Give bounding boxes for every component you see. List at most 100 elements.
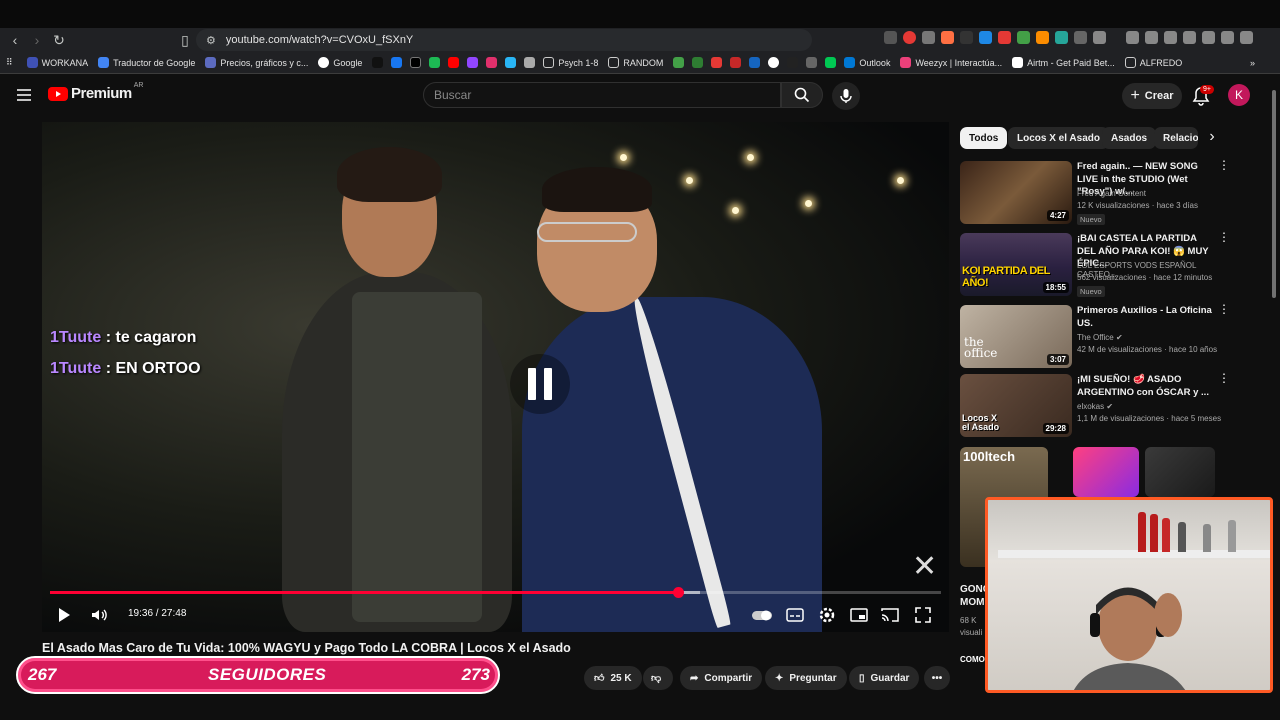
bookmark-icon[interactable] bbox=[787, 57, 799, 68]
twitch-icon[interactable] bbox=[467, 57, 479, 68]
apps-grid-icon[interactable]: ⠿ bbox=[6, 57, 13, 68]
back-icon[interactable]: ‹ bbox=[4, 29, 26, 51]
more-actions-button[interactable]: ••• bbox=[924, 666, 950, 690]
extension-icon[interactable] bbox=[1036, 31, 1049, 44]
extension-icon[interactable] bbox=[1017, 31, 1030, 44]
more-bookmarks-icon[interactable]: » bbox=[1250, 58, 1255, 68]
extension-icon[interactable] bbox=[922, 31, 935, 44]
dislike-button[interactable]: 👎︎ bbox=[643, 666, 673, 690]
extension-icon[interactable] bbox=[1202, 31, 1215, 44]
video-player[interactable]: 1Tuute : te cagaron 1Tuute : EN ORTOO ✕ … bbox=[42, 122, 949, 632]
bookmark-icon[interactable] bbox=[730, 57, 742, 68]
bookmark-icon[interactable] bbox=[524, 57, 536, 68]
more-options-icon[interactable]: ⋮ bbox=[1218, 231, 1230, 243]
shield-icon[interactable] bbox=[1221, 31, 1234, 44]
subtitles-icon[interactable] bbox=[785, 605, 805, 625]
instagram-icon[interactable] bbox=[486, 57, 498, 68]
x-icon[interactable] bbox=[410, 57, 422, 68]
extensions-puzzle-icon[interactable] bbox=[1074, 31, 1087, 44]
spotify-icon[interactable] bbox=[429, 57, 441, 68]
volume-icon[interactable] bbox=[90, 606, 108, 624]
bookmark-item[interactable]: Outlook bbox=[844, 57, 890, 68]
youtube-icon[interactable] bbox=[448, 57, 460, 68]
address-bar[interactable]: ⚙ youtube.com/watch?v=CVOxU_fSXnY bbox=[196, 29, 812, 51]
channel-name[interactable]: Fred Again Content bbox=[1077, 189, 1227, 198]
youtube-premium-logo[interactable]: Premium AR bbox=[48, 82, 143, 102]
extension-icon[interactable] bbox=[884, 31, 897, 44]
save-button[interactable]: ▯ Guardar bbox=[849, 666, 920, 690]
video-thumbnail[interactable]: 4:27 bbox=[960, 161, 1072, 224]
bookmark-icon[interactable] bbox=[673, 57, 685, 68]
extension-icon[interactable] bbox=[979, 31, 992, 44]
miniplayer-icon[interactable] bbox=[849, 605, 869, 625]
extension-icon[interactable] bbox=[903, 31, 916, 44]
bookmark-item[interactable]: Google bbox=[318, 57, 362, 68]
channel-name[interactable]: The Office ✔ bbox=[1077, 333, 1227, 342]
bookmark-icon[interactable] bbox=[711, 57, 723, 68]
voice-search-button[interactable] bbox=[832, 82, 860, 110]
ask-button[interactable]: ✦ Preguntar bbox=[765, 666, 847, 690]
reload-icon[interactable]: ↻ bbox=[48, 29, 70, 51]
pause-icon[interactable] bbox=[510, 354, 570, 414]
scrubber-handle[interactable] bbox=[673, 587, 685, 598]
more-options-icon[interactable]: ⋮ bbox=[1218, 372, 1230, 384]
bookmark-item[interactable]: Precios, gráficos y c... bbox=[205, 57, 308, 68]
extension-icon[interactable] bbox=[960, 31, 973, 44]
bookmark-icon[interactable]: ▯ bbox=[174, 29, 196, 51]
chip-todos[interactable]: Todos bbox=[960, 127, 1008, 149]
chevron-right-icon[interactable]: › bbox=[1202, 128, 1222, 148]
bookmark-icon[interactable] bbox=[692, 57, 704, 68]
bookmark-icon[interactable] bbox=[505, 57, 517, 68]
extension-icon[interactable] bbox=[941, 31, 954, 44]
more-options-icon[interactable]: ⋮ bbox=[1218, 303, 1230, 315]
fullscreen-icon[interactable] bbox=[913, 605, 933, 625]
shorts-thumbnail[interactable] bbox=[1073, 447, 1139, 497]
extension-icon[interactable] bbox=[1055, 31, 1068, 44]
more-options-icon[interactable]: ⋮ bbox=[1218, 159, 1230, 171]
shorts-thumbnail[interactable] bbox=[1145, 447, 1215, 497]
sidepanel-icon[interactable] bbox=[1145, 31, 1158, 44]
tiktok-icon[interactable] bbox=[372, 57, 384, 68]
cast-icon[interactable] bbox=[880, 605, 900, 625]
account-avatar[interactable]: K bbox=[1228, 84, 1250, 106]
bookmark-item[interactable]: WORKANA bbox=[26, 57, 88, 68]
recommendation-title[interactable]: Primeros Auxilios - La Oficina US. bbox=[1077, 305, 1217, 330]
search-button[interactable] bbox=[781, 82, 823, 108]
bookmark-item[interactable]: Traductor de Google bbox=[98, 57, 195, 68]
hamburger-menu-icon[interactable] bbox=[16, 87, 32, 103]
extension-icon[interactable] bbox=[1126, 31, 1139, 44]
bookmark-icon[interactable] bbox=[749, 57, 761, 68]
create-button[interactable]: + Crear bbox=[1122, 83, 1182, 109]
like-button[interactable]: 👍︎ 25 K bbox=[584, 666, 642, 690]
recommendation-item[interactable]: KOI PARTIDA DEL AÑO! 18:55 ¡BAI CASTEA L… bbox=[960, 231, 1265, 299]
site-info-icon[interactable]: ⚙ bbox=[206, 34, 216, 47]
recommendation-title[interactable]: MOM bbox=[960, 597, 984, 608]
chip-locos-x-el-asado[interactable]: Locos X el Asado bbox=[1008, 127, 1109, 149]
search-input[interactable]: Buscar bbox=[423, 82, 781, 108]
menu-dots-icon[interactable] bbox=[1240, 31, 1253, 44]
facebook-icon[interactable] bbox=[391, 57, 403, 68]
extension-icon[interactable] bbox=[1164, 31, 1177, 44]
bookmark-icon[interactable] bbox=[806, 57, 818, 68]
bookmark-icon[interactable] bbox=[768, 57, 780, 68]
autoplay-toggle-icon[interactable] bbox=[752, 605, 772, 625]
recommendation-item[interactable]: 4:27 Fred again.. — NEW SONG LIVE in the… bbox=[960, 159, 1265, 227]
video-thumbnail[interactable]: Locos X el Asado 29:28 bbox=[960, 374, 1072, 437]
video-thumbnail[interactable]: the office 3:07 bbox=[960, 305, 1072, 368]
bookmark-folder[interactable]: Psych 1-8 bbox=[543, 57, 598, 68]
channel-name[interactable]: elxokas ✔ bbox=[1077, 402, 1227, 411]
progress-bar[interactable] bbox=[50, 587, 941, 598]
page-scrollbar[interactable] bbox=[1272, 90, 1276, 298]
chip-asados[interactable]: Asados bbox=[1102, 127, 1157, 149]
bookmark-item[interactable]: Weezyx | Interactúa... bbox=[900, 57, 1002, 68]
bookmark-folder[interactable]: ALFREDO bbox=[1124, 57, 1182, 68]
recommendation-item[interactable]: Locos X el Asado 29:28 ¡MI SUEÑO! 🥩 ASAD… bbox=[960, 372, 1265, 440]
bookmark-icon[interactable] bbox=[825, 57, 837, 68]
notification-icon[interactable] bbox=[1183, 31, 1196, 44]
video-thumbnail[interactable]: KOI PARTIDA DEL AÑO! 18:55 bbox=[960, 233, 1072, 296]
chip-relacionados[interactable]: Relacio bbox=[1154, 127, 1198, 149]
share-button[interactable]: ➦ Compartir bbox=[680, 666, 763, 690]
settings-gear-icon[interactable] bbox=[817, 605, 837, 625]
play-icon[interactable] bbox=[59, 608, 70, 622]
bookmark-item[interactable]: Airtm - Get Paid Bet... bbox=[1012, 57, 1115, 68]
